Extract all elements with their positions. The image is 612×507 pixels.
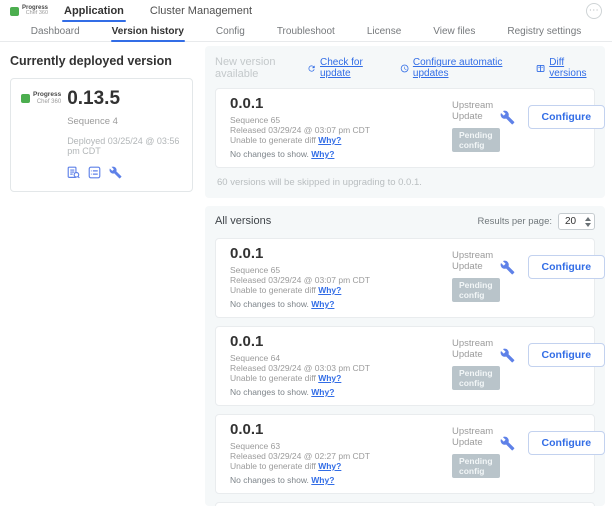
diff-error-line: Unable to generate diff Why? xyxy=(230,373,452,383)
diff-error-line: Unable to generate diff Why? xyxy=(230,285,452,295)
edit-config-wrench-icon[interactable] xyxy=(500,110,515,125)
no-changes-why-link[interactable]: Why? xyxy=(311,387,334,397)
diff-error-why-link[interactable]: Why? xyxy=(318,461,341,471)
app-logo: Progress Chef 360 xyxy=(21,92,61,105)
no-changes-why-link[interactable]: Why? xyxy=(311,149,334,159)
version-released: Released 03/29/24 @ 03:03 pm CDT xyxy=(230,363,452,373)
app-logo: Progress Chef 360 xyxy=(10,5,48,17)
version-source: Upstream Update xyxy=(452,338,500,360)
diff-versions-icon xyxy=(536,63,545,74)
status-badge: Pending config xyxy=(452,454,500,478)
new-version-panel: New version available Check for update C… xyxy=(205,46,605,198)
status-badge: Pending config xyxy=(452,128,500,152)
version-sequence: Sequence 63 xyxy=(230,441,452,451)
ellipsis-menu-icon[interactable]: ⋯ xyxy=(586,3,602,19)
deployed-sequence: Sequence 4 xyxy=(67,116,182,127)
skip-versions-note: 60 versions will be skipped in upgrading… xyxy=(215,177,595,188)
currently-deployed-panel: Currently deployed version Progress Chef… xyxy=(0,42,205,506)
subnav-license[interactable]: License xyxy=(366,22,402,41)
version-card: 0.0.1 Sequence 63 Released 03/29/24 @ 02… xyxy=(215,414,595,494)
new-version-card: 0.0.1 Sequence 65 Released 03/29/24 @ 03… xyxy=(215,88,595,168)
subnav-troubleshoot[interactable]: Troubleshoot xyxy=(276,22,336,41)
select-stepper-icon xyxy=(585,217,591,227)
version-released: Released 03/29/24 @ 03:07 pm CDT xyxy=(230,275,452,285)
version-number: 0.0.1 xyxy=(230,95,452,113)
version-number: 0.0.1 xyxy=(230,245,452,263)
no-changes-why-link[interactable]: Why? xyxy=(311,299,334,309)
tab-cluster-management[interactable]: Cluster Management xyxy=(148,0,254,22)
subnav-config[interactable]: Config xyxy=(215,22,246,41)
diff-error-line: Unable to generate diff Why? xyxy=(230,135,452,145)
no-changes-line: No changes to show. Why? xyxy=(230,475,452,485)
no-changes-line: No changes to show. Why? xyxy=(230,299,452,309)
version-sequence: Sequence 65 xyxy=(230,265,452,275)
results-per-page-label: Results per page: xyxy=(478,216,552,227)
edit-config-wrench-icon[interactable] xyxy=(500,436,515,451)
subnav-dashboard[interactable]: Dashboard xyxy=(30,22,81,41)
app-subnav: Dashboard Version history Config Trouble… xyxy=(0,22,612,42)
tab-application[interactable]: Application xyxy=(62,0,126,22)
version-sequence: Sequence 64 xyxy=(230,353,452,363)
subnav-view-files[interactable]: View files xyxy=(432,22,476,41)
no-changes-line: No changes to show. Why? xyxy=(230,387,452,397)
configure-button[interactable]: Configure xyxy=(528,105,606,129)
edit-config-wrench-icon[interactable] xyxy=(500,348,515,363)
configure-automatic-updates-link[interactable]: Configure automatic updates xyxy=(400,57,520,79)
diff-error-why-link[interactable]: Why? xyxy=(318,285,341,295)
all-versions-heading: All versions xyxy=(215,215,271,227)
subnav-registry-settings[interactable]: Registry settings xyxy=(506,22,582,41)
results-per-page-select[interactable]: 20 xyxy=(558,213,595,230)
version-sequence: Sequence 65 xyxy=(230,115,452,125)
diff-error-why-link[interactable]: Why? xyxy=(318,373,341,383)
version-number: 0.0.1 xyxy=(230,421,452,439)
version-card: 0.0.1 Sequence 65 Released 03/29/24 @ 03… xyxy=(215,238,595,318)
new-version-heading: New version available xyxy=(215,56,307,80)
version-source: Upstream Update xyxy=(452,100,500,122)
release-notes-icon[interactable] xyxy=(67,166,80,179)
version-released: Released 03/29/24 @ 03:07 pm CDT xyxy=(230,125,452,135)
troubleshoot-wrench-icon[interactable] xyxy=(109,166,122,179)
brand-logo-icon xyxy=(10,7,19,16)
diff-error-line: Unable to generate diff Why? xyxy=(230,461,452,471)
status-badge: Pending config xyxy=(452,366,500,390)
version-source: Upstream Update xyxy=(452,250,500,272)
subnav-version-history[interactable]: Version history xyxy=(111,22,185,41)
all-versions-panel: All versions Results per page: 20 0.0.1 … xyxy=(205,206,605,506)
diff-versions-link[interactable]: Diff versions xyxy=(536,57,595,79)
configure-button[interactable]: Configure xyxy=(528,431,605,455)
deployed-version-number: 0.13.5 xyxy=(67,89,182,109)
deployed-timestamp: Deployed 03/25/24 @ 03:56 pm CDT xyxy=(67,136,182,156)
diff-error-why-link[interactable]: Why? xyxy=(318,135,341,145)
view-config-icon[interactable] xyxy=(88,166,101,179)
check-for-update-link[interactable]: Check for update xyxy=(307,57,384,79)
deployed-heading: Currently deployed version xyxy=(10,54,193,68)
version-released: Released 03/29/24 @ 02:27 pm CDT xyxy=(230,451,452,461)
top-navbar: Progress Chef 360 Application Cluster Ma… xyxy=(0,0,612,22)
brand-name-bottom: Chef 360 xyxy=(22,11,48,17)
version-card: 0.0.1 Sequence 62 Released 03/29/24 @ 02… xyxy=(215,502,595,506)
brand-logo-icon xyxy=(21,94,30,103)
version-number: 0.0.1 xyxy=(230,333,452,351)
brand-name-bottom: Chef 360 xyxy=(33,99,61,105)
deployed-version-card: Progress Chef 360 0.13.5 Sequence 4 Depl… xyxy=(10,78,193,192)
configure-button[interactable]: Configure xyxy=(528,343,605,367)
configure-button[interactable]: Configure xyxy=(528,255,605,279)
no-changes-line: No changes to show. Why? xyxy=(230,149,452,159)
no-changes-why-link[interactable]: Why? xyxy=(311,475,334,485)
version-card: 0.0.1 Sequence 64 Released 03/29/24 @ 03… xyxy=(215,326,595,406)
edit-config-wrench-icon[interactable] xyxy=(500,260,515,275)
refresh-icon xyxy=(307,63,316,74)
schedule-clock-icon xyxy=(400,63,409,74)
status-badge: Pending config xyxy=(452,278,500,302)
version-source: Upstream Update xyxy=(452,426,500,448)
